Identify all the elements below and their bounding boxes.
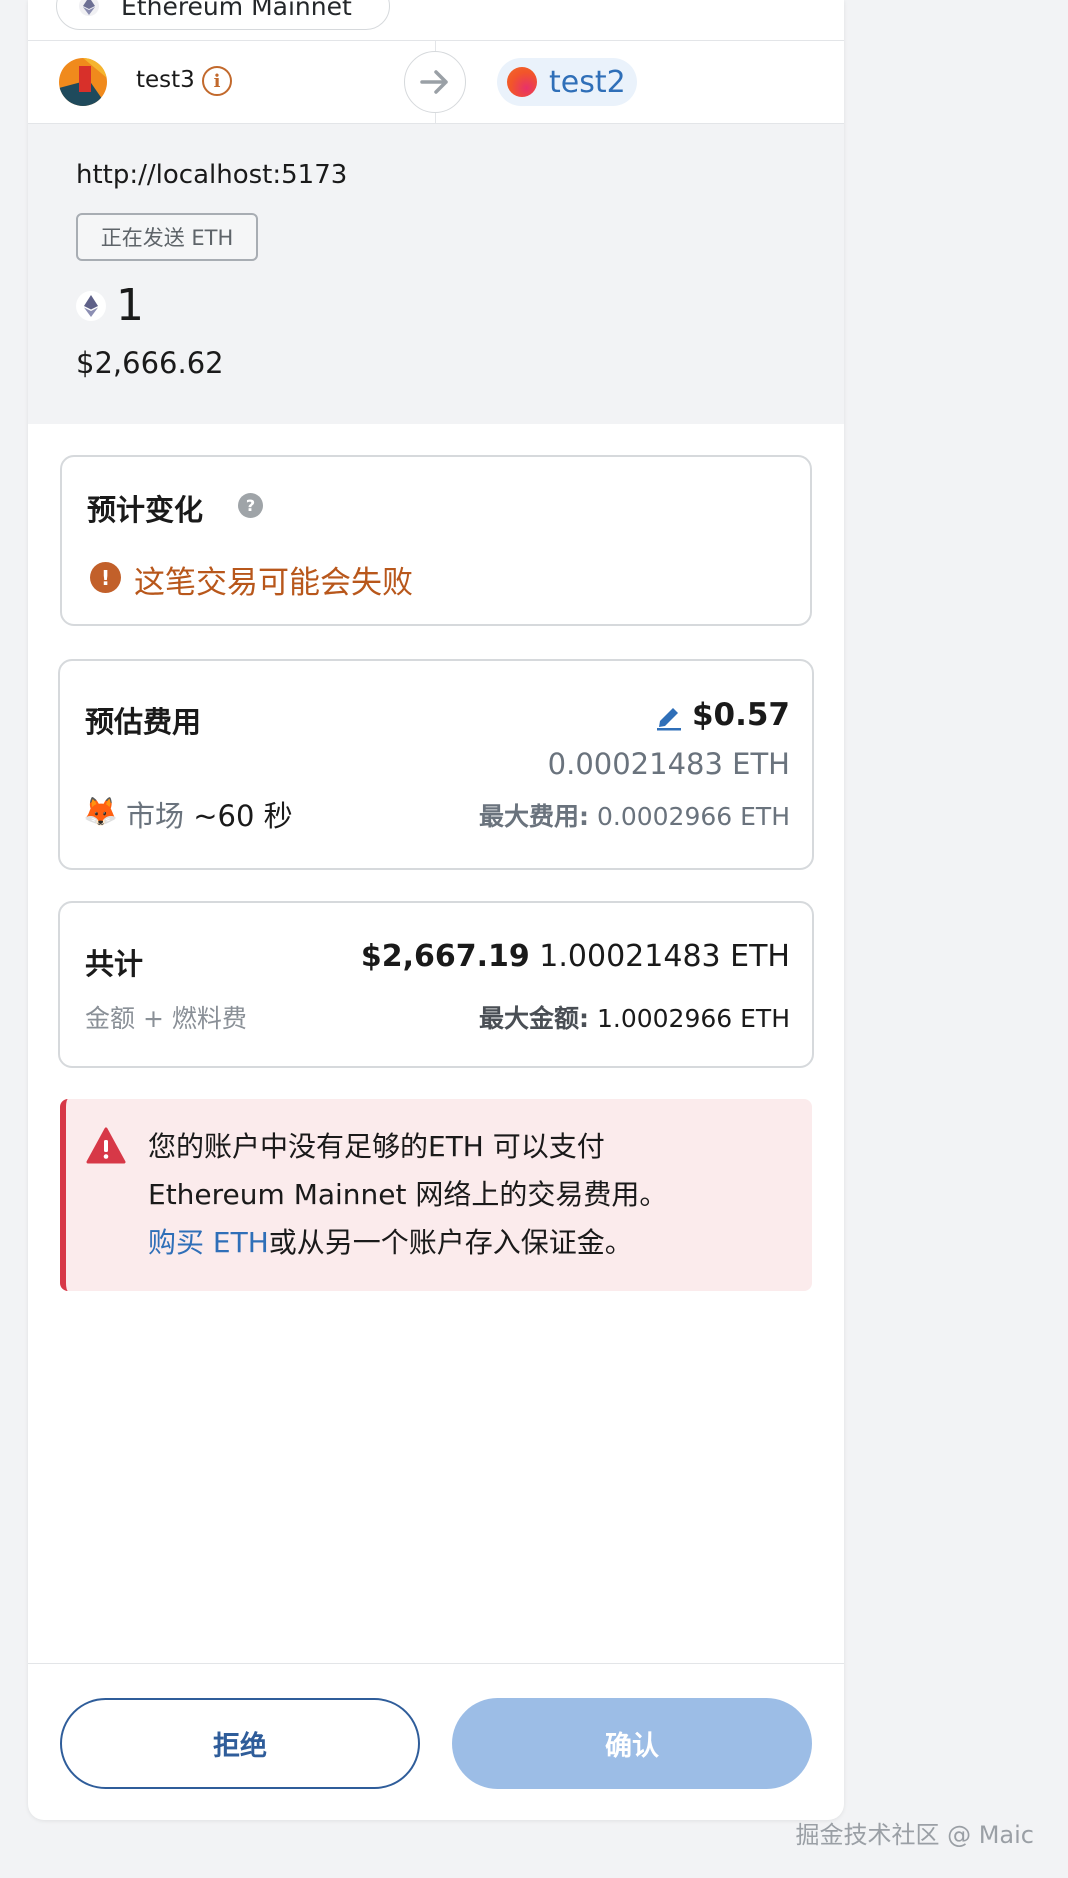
amount-row: 1 — [76, 284, 144, 328]
ethereum-icon — [76, 291, 106, 321]
insufficient-funds-alert: 您的账户中没有足够的ETH 可以支付 Ethereum Mainnet 网络上的… — [60, 1099, 812, 1291]
danger-triangle-icon — [86, 1127, 126, 1165]
ethereum-icon — [79, 0, 99, 16]
network-name: Ethereum Mainnet — [121, 0, 352, 21]
sender-account-name[interactable]: test3 — [136, 67, 195, 93]
fee-title: 预估费用 — [85, 705, 202, 739]
max-total-label: 最大金额: — [479, 1004, 590, 1033]
alert-line-2: Ethereum Mainnet 网络上的交易费用。 — [148, 1178, 668, 1211]
total-card: 共计 金额 + 燃料费 $2,667.19 1.00021483 ETH 最大金… — [58, 901, 814, 1068]
recipient-avatar — [507, 67, 537, 97]
buy-eth-link[interactable]: 购买 ETH — [148, 1226, 269, 1259]
watermark: 掘金技术社区 @ Maic — [795, 1821, 1034, 1849]
recipient-pill[interactable]: test2 — [497, 58, 637, 106]
fee-speed-time: ~60 秒 — [193, 799, 293, 833]
simulation-card: 预计变化 ? ! 这笔交易可能会失败 — [60, 455, 812, 626]
fee-speed[interactable]: 市场 ~60 秒 — [126, 793, 293, 835]
reject-button[interactable]: 拒绝 — [60, 1698, 420, 1789]
total-eth: 1.00021483 ETH — [539, 939, 790, 974]
fee-fiat: $0.57 — [691, 697, 790, 733]
recipient-account-name: test2 — [549, 64, 626, 100]
question-icon[interactable]: ? — [238, 493, 263, 518]
transaction-origin: http://localhost:5173 正在发送 ETH 1 $2,666.… — [28, 124, 844, 424]
info-icon[interactable]: i — [202, 66, 232, 96]
footer-actions: 拒绝 确认 — [28, 1663, 844, 1821]
warning-icon: ! — [90, 562, 121, 593]
simulation-warning: 这笔交易可能会失败 — [134, 565, 413, 601]
action-badge: 正在发送 ETH — [76, 213, 258, 261]
max-fee-label: 最大费用: — [479, 802, 590, 831]
confirm-button[interactable]: 确认 — [452, 1698, 812, 1789]
simulation-title: 预计变化 — [87, 493, 204, 527]
max-total-value: 1.0002966 ETH — [596, 1004, 790, 1033]
fox-icon: 🦊 — [83, 795, 118, 828]
alert-line-3-rest: 或从另一个账户存入保证金。 — [268, 1226, 633, 1259]
max-total: 最大金额: 1.0002966 ETH — [479, 999, 790, 1035]
total-title: 共计 — [85, 947, 144, 981]
fee-speed-label: 市场 — [126, 799, 185, 833]
sender-recipient-row: test3 i test2 — [28, 40, 844, 124]
sender-avatar[interactable] — [59, 58, 107, 106]
total-fiat: $2,667.19 — [360, 939, 530, 974]
origin-url: http://localhost:5173 — [76, 160, 348, 190]
send-amount-fiat: $2,666.62 — [76, 346, 224, 380]
alert-message: 您的账户中没有足够的ETH 可以支付 Ethereum Mainnet 网络上的… — [148, 1123, 667, 1267]
max-fee-value: 0.0002966 ETH — [596, 802, 790, 831]
alert-line-1: 您的账户中没有足够的ETH 可以支付 — [148, 1130, 605, 1163]
total-values: $2,667.19 1.00021483 ETH — [361, 939, 790, 974]
network-selector[interactable]: Ethereum Mainnet — [56, 0, 390, 30]
estimated-fee-card: 预估费用 $0.57 0.00021483 ETH 🦊 市场 ~60 秒 最大费… — [58, 659, 814, 870]
max-fee: 最大费用: 0.0002966 ETH — [479, 797, 790, 833]
total-subtitle: 金额 + 燃料费 — [85, 1004, 247, 1033]
arrow-right-icon — [404, 51, 466, 113]
edit-icon[interactable] — [654, 701, 684, 731]
send-amount: 1 — [116, 280, 144, 331]
confirm-transaction-panel: Ethereum Mainnet test3 i test2 http://lo… — [28, 0, 844, 1820]
fee-eth: 0.00021483 ETH — [547, 747, 790, 781]
alert-line-3: 购买 ETH或从另一个账户存入保证金。 — [148, 1219, 667, 1267]
